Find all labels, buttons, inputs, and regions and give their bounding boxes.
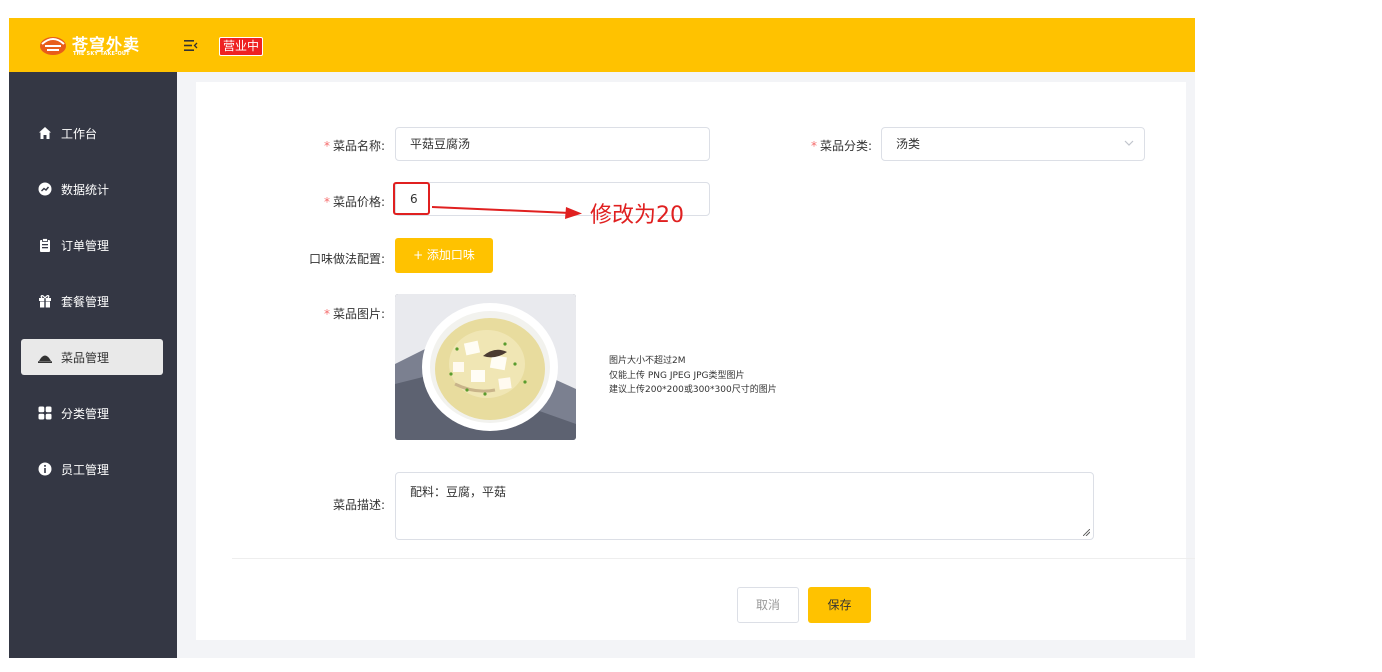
- sidebar-item-label: 分类管理: [61, 406, 110, 421]
- dish-image-label: * 菜品图片:: [323, 307, 385, 321]
- chevron-down-icon: [1124, 140, 1134, 146]
- resize-handle-icon[interactable]: [1083, 529, 1090, 536]
- dish-description-textarea[interactable]: 配料：豆腐，平菇: [395, 472, 1094, 540]
- dish-category-value: 汤类: [896, 137, 921, 151]
- sidebar-item-label: 工作台: [61, 126, 98, 141]
- dish-price-label: * 菜品价格:: [323, 195, 385, 209]
- dish-image-upload[interactable]: [395, 294, 576, 440]
- dish-description-label: 菜品描述:: [332, 498, 385, 512]
- form-divider: [232, 558, 1195, 559]
- cancel-button[interactable]: 取消: [737, 587, 799, 623]
- dish-category-label: * 菜品分类:: [810, 139, 872, 153]
- sidebar-item-label: 订单管理: [61, 238, 110, 253]
- logo-mark-icon: [40, 37, 66, 55]
- sidebar-item-label: 套餐管理: [61, 294, 110, 309]
- sidebar-item-label: 员工管理: [61, 462, 110, 477]
- dish-description-value: 配料：豆腐，平菇: [410, 485, 507, 499]
- image-hint-dimensions: 建议上传200*200或300*300尺寸的图片: [609, 385, 777, 395]
- sidebar-item-employees[interactable]: 员工管理: [21, 451, 163, 487]
- sidebar-item-label: 数据统计: [61, 182, 110, 197]
- home-icon: [39, 127, 51, 139]
- menu-toggle-icon[interactable]: [184, 39, 198, 52]
- logo-subtitle: THE SKY TAKE-OUT: [73, 51, 130, 57]
- add-flavor-button[interactable]: + 添加口味: [395, 238, 493, 273]
- image-hint-format: 仅能上传 PNG JPEG JPG类型图片: [609, 371, 745, 381]
- sidebar-item-setmeal[interactable]: 套餐管理: [21, 283, 163, 319]
- annotation-arrow-icon: [432, 206, 582, 219]
- sidebar-item-workbench[interactable]: 工作台: [21, 115, 163, 151]
- top-header: 苍穹外卖 THE SKY TAKE-OUT 营业中: [9, 18, 1195, 72]
- business-status-badge: 营业中: [219, 37, 264, 56]
- logo: 苍穹外卖 THE SKY TAKE-OUT: [39, 30, 149, 60]
- grid-icon: [38, 406, 52, 420]
- form-panel: [196, 82, 1186, 640]
- sidebar-item-dishes[interactable]: 菜品管理: [21, 339, 163, 375]
- gift-icon: [39, 295, 51, 308]
- dish-name-label: * 菜品名称:: [323, 139, 385, 153]
- sidebar-item-statistics[interactable]: 数据统计: [21, 171, 163, 207]
- chart-icon: [38, 182, 52, 196]
- dish-name-input[interactable]: 平菇豆腐汤: [395, 127, 710, 161]
- annotation-highlight-box: [393, 182, 430, 215]
- flavor-config-label: 口味做法配置:: [308, 252, 385, 266]
- sidebar-item-categories[interactable]: 分类管理: [21, 395, 163, 431]
- info-icon: [38, 462, 52, 476]
- clipboard-icon: [40, 238, 50, 252]
- annotation-text: 修改为20: [590, 203, 684, 228]
- dish-category-select[interactable]: 汤类: [881, 127, 1145, 161]
- image-hint-size: 图片大小不超过2M: [609, 356, 686, 366]
- save-button[interactable]: 保存: [808, 587, 871, 623]
- cloche-icon: [38, 355, 52, 363]
- sidebar-item-label: 菜品管理: [61, 350, 110, 365]
- sidebar: 工作台 数据统计 订单管理 套餐管理 菜品管理 分类管理 员工管理: [9, 72, 177, 658]
- sidebar-item-orders[interactable]: 订单管理: [21, 227, 163, 263]
- dish-photo: [395, 294, 576, 440]
